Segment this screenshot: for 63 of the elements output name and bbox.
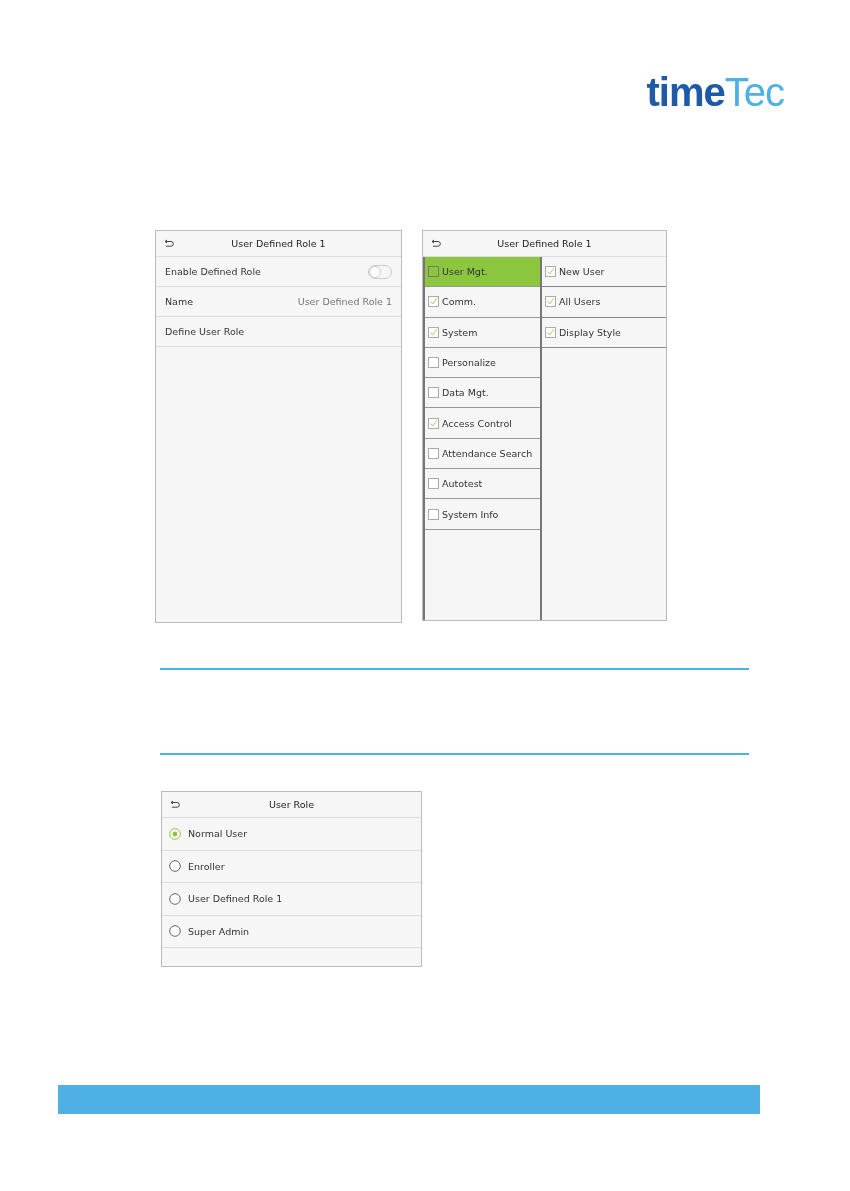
checkbox[interactable] — [545, 326, 556, 338]
permission-label: Display Style — [559, 326, 621, 338]
option-label: Enroller — [188, 860, 225, 872]
category-item[interactable]: System Info — [425, 499, 540, 530]
permission-item[interactable]: All Users — [542, 287, 666, 318]
category-label: User Mgt. — [442, 266, 488, 278]
category-label: Personalize — [442, 357, 496, 369]
checkbox[interactable] — [545, 296, 556, 308]
category-item[interactable]: Comm. — [425, 287, 540, 318]
category-item[interactable]: Autotest — [425, 469, 540, 500]
permission-item[interactable]: Display Style — [542, 317, 666, 348]
settings-row[interactable]: Enable Defined Role — [156, 257, 401, 287]
radio-button[interactable] — [169, 925, 181, 938]
permission-label: All Users — [559, 296, 601, 308]
option-label: Super Admin — [188, 925, 250, 937]
category-item[interactable]: Access Control — [425, 408, 540, 439]
radio-button[interactable] — [169, 827, 181, 840]
category-item[interactable]: Attendance Search — [425, 438, 540, 470]
category-label: Access Control — [442, 417, 512, 429]
checkbox[interactable] — [545, 266, 556, 278]
checkbox[interactable] — [428, 417, 439, 429]
back-icon[interactable] — [170, 800, 180, 808]
role-option[interactable]: Super Admin — [162, 915, 421, 948]
category-item[interactable]: Data Mgt. — [425, 378, 540, 409]
category-label: Attendance Search — [442, 447, 533, 459]
screen-title: User Defined Role 1 — [497, 238, 592, 249]
settings-row[interactable]: Define User Role — [156, 317, 401, 347]
back-icon[interactable] — [164, 239, 174, 247]
category-label: System — [442, 326, 478, 338]
checkbox[interactable] — [428, 357, 439, 369]
role-option[interactable]: User Defined Role 1 — [162, 883, 421, 916]
checkbox[interactable] — [428, 478, 439, 490]
category-item[interactable]: User Mgt. — [425, 257, 540, 288]
row-value: User Defined Role 1 — [297, 296, 392, 307]
category-item[interactable]: System — [425, 317, 540, 348]
category-label: Comm. — [442, 296, 476, 308]
permission-item[interactable]: New User — [542, 257, 666, 288]
permission-label: New User — [559, 266, 605, 278]
row-label: Name — [165, 296, 194, 307]
category-label: System Info — [442, 508, 499, 520]
category-item[interactable]: Personalize — [425, 347, 540, 379]
checkbox[interactable] — [428, 508, 439, 520]
option-label: Normal User — [188, 828, 248, 840]
role-option[interactable]: Enroller — [162, 850, 421, 883]
screen-title: User Role — [268, 799, 315, 810]
role-option[interactable]: Normal User — [162, 818, 421, 851]
settings-row[interactable]: Name User Defined Role 1 — [156, 287, 401, 317]
option-label: User Defined Role 1 — [188, 893, 283, 905]
screen-title: User Defined Role 1 — [231, 238, 326, 249]
checkbox[interactable] — [428, 447, 439, 459]
checkbox[interactable] — [428, 387, 439, 399]
radio-button[interactable] — [169, 892, 181, 905]
row-label: Define User Role — [165, 326, 245, 337]
radio-button[interactable] — [169, 860, 181, 873]
checkbox[interactable] — [428, 266, 439, 278]
category-label: Data Mgt. — [442, 387, 489, 399]
row-label: Enable Defined Role — [165, 266, 261, 277]
back-icon[interactable] — [431, 239, 441, 247]
brand-logo: timeTec — [646, 70, 784, 114]
checkbox[interactable] — [428, 296, 439, 308]
checkbox[interactable] — [428, 326, 439, 338]
category-label: Autotest — [442, 478, 483, 490]
toggle-switch[interactable] — [368, 264, 392, 279]
